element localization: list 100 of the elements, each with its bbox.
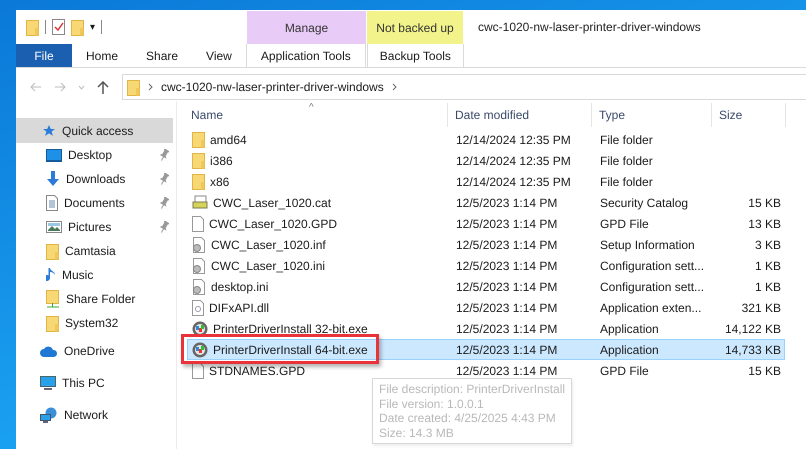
size-cell-text: 14,122 KB [724,322,782,336]
ribbon-tab[interactable]: View [192,44,246,67]
type-cell-text: Security Catalog [599,196,690,210]
size-cell-text: 1 KB [754,280,782,294]
size-cell-text: 15 KB [747,196,782,210]
folder-icon [192,173,205,190]
date-cell-text: 12/5/2023 1:14 PM [455,322,558,336]
ribbon-tab[interactable]: Backup Tools [366,44,464,67]
folder-icon [127,78,140,96]
type-cell-text: Configuration sett... [599,280,706,294]
sidebar-item[interactable]: This PC [16,367,173,399]
file-row[interactable]: CWC_Laser_1020.cat 12/5/2023 1:14 PM Security Catalog 15 KB [187,192,785,213]
type-cell-text: File folder [599,132,654,146]
music-note-icon [46,267,56,283]
pin-icon[interactable] [159,221,169,233]
type-cell-text: Setup Information [599,238,696,252]
file-name: STDNAMES.GPD [209,364,306,378]
printer-icon [192,195,208,210]
file-row[interactable]: desktop.ini 12/5/2023 1:14 PM Configuration sett... 1 KB [187,276,785,297]
sidebar-item[interactable]: System32 [16,311,173,335]
file-name: CWC_Laser_1020.ini [211,258,326,272]
folder-icon [26,18,39,36]
file-row[interactable]: PrinterDriverInstall 32-bit.exe 12/5/2023 1:14 PM Application 14,122 KB [187,318,785,339]
sidebar-item[interactable]: Music [16,263,173,287]
sidebar-item[interactable]: Downloads [16,167,173,191]
customize-dropdown[interactable]: ▾ [90,21,95,33]
context-tab-header: Manage [247,11,366,44]
path-segment[interactable]: cwc-1020-nw-laser-printer-driver-windows [161,80,384,94]
file-row[interactable]: CWC_Laser_1020.inf 12/5/2023 1:14 PM Setup Information 3 KB [187,234,785,255]
date-cell-text: 12/5/2023 1:14 PM [455,216,558,230]
sidebar-item[interactable]: Share Folder [16,287,173,311]
folder-icon [46,242,59,260]
pin-icon[interactable] [159,173,169,185]
column-header[interactable]: Date modified [448,103,592,127]
sidebar-item[interactable]: OneDrive [16,335,173,367]
pin-icon[interactable] [159,197,169,209]
settings-file-icon [192,258,206,274]
type-cell-text: Application exten... [599,300,702,314]
up-arrow-icon[interactable] [97,80,109,94]
address-bar[interactable]: cwc-1020-nw-laser-printer-driver-windows [122,74,806,100]
type-cell-text: GPD File [599,216,650,230]
star-icon [42,124,56,138]
library-file-icon [192,300,204,316]
date-cell-text: 12/14/2024 12:35 PM [455,132,572,146]
sidebar-item[interactable]: Desktop [16,143,173,167]
window-title: cwc-1020-nw-laser-printer-driver-windows [478,20,701,34]
sidebar-item[interactable]: Camtasia [16,239,173,263]
folder-icon [192,152,205,169]
cloud-icon [40,346,58,356]
folder-icon [46,314,59,332]
type-cell-text: Application [599,342,660,356]
document-icon [46,195,58,211]
file-row[interactable]: i386 12/14/2024 12:35 PM File folder [187,150,785,171]
file-name: desktop.ini [211,280,268,294]
date-cell-text: 12/14/2024 12:35 PM [455,154,572,168]
file-name: CWC_Laser_1020.GPD [209,216,338,230]
folder-icon [192,131,205,148]
settings-file-icon [192,278,206,294]
sidebar-item[interactable]: Network [16,399,173,431]
sidebar-item[interactable]: Documents [16,191,173,215]
column-header[interactable]: Size [712,103,786,127]
size-cell-text: 13 KB [747,216,782,230]
file-row[interactable]: x86 12/14/2024 12:35 PM File folder [187,171,785,192]
size-cell-text: 1 KB [754,258,782,272]
date-cell-text: 12/5/2023 1:14 PM [455,342,558,356]
computer-icon [40,376,56,390]
file-row[interactable]: CWC_Laser_1020.GPD 12/5/2023 1:14 PM GPD File 13 KB [187,213,785,234]
pictures-icon [46,221,62,233]
forward-arrow-icon[interactable] [54,82,66,92]
recent-locations-icon[interactable] [78,84,85,90]
chevron-icon[interactable] [148,83,153,91]
properties-icon[interactable] [52,19,65,35]
file-name: PrinterDriverInstall 64-bit.exe [213,342,368,356]
tooltip-line: File description: PrinterDriverInstall [379,382,566,396]
file-row[interactable]: DIFxAPI.dll 12/5/2023 1:14 PM Application exten... 321 KB [187,297,785,318]
file-row[interactable]: amd64 12/14/2024 12:35 PM File folder [187,129,785,150]
pin-icon[interactable] [159,149,169,161]
file-name: amd64 [210,132,247,146]
ribbon-tab[interactable]: Application Tools [246,44,366,67]
sidebar-item[interactable]: Pictures [16,215,173,239]
tooltip-line: File version: 1.0.0.1 [379,396,485,411]
document-icon [192,362,204,378]
sort-caret: ^ [309,103,314,113]
back-arrow-icon[interactable] [30,82,42,92]
document-icon [192,216,204,232]
file-row[interactable]: STDNAMES.GPD 12/5/2023 1:14 PM GPD File 15 KB [187,360,785,381]
chevron-icon[interactable] [392,83,397,91]
ribbon-tab[interactable]: Home [72,44,132,67]
settings-file-icon [192,236,206,252]
ribbon-tab[interactable]: File [16,44,72,67]
download-icon [46,171,60,187]
file-name: CWC_Laser_1020.inf [211,238,326,252]
file-row[interactable]: CWC_Laser_1020.ini 12/5/2023 1:14 PM Configuration sett... 1 KB [187,255,785,276]
size-cell-text: 321 KB [740,300,782,314]
file-row[interactable]: PrinterDriverInstall 64-bit.exe 12/5/2023 1:14 PM Application 14,733 KB [187,339,785,360]
file-name: x86 [210,174,230,188]
column-header[interactable]: Type [592,103,712,127]
ribbon-tab[interactable]: Share [132,44,192,67]
tooltip-line: Date created: 4/25/2025 4:43 PM [379,411,557,426]
sidebar-item[interactable]: Quick access [16,118,173,143]
